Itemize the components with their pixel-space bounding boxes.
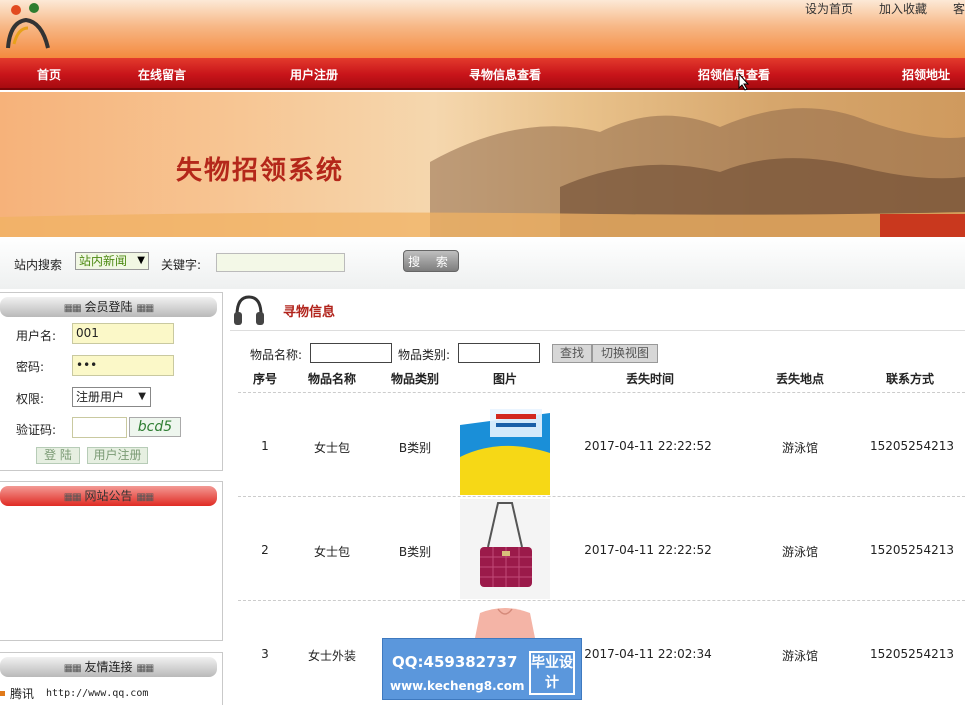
nav-lost-items[interactable]: 寻物信息查看 [469, 66, 541, 83]
item-category-input[interactable] [458, 343, 540, 363]
captcha-image[interactable]: bcd5 [129, 417, 181, 437]
grip-icon: ▦▦ [63, 303, 82, 314]
contact: 15205254213 [870, 543, 954, 557]
row-number: 2 [261, 543, 269, 557]
mountain-landscape-image [0, 108, 965, 237]
set-homepage-link[interactable]: 设为首页 [805, 0, 853, 16]
item-name-label: 物品名称: [250, 348, 303, 362]
username-input[interactable]: 001 [72, 323, 174, 344]
column-header: 序号 [252, 372, 277, 386]
banner: 失物招领系统 [0, 92, 965, 237]
item-name-input[interactable] [310, 343, 392, 363]
chevron-down-icon: ▼ [138, 391, 146, 402]
item-name: 女士包 [313, 545, 350, 559]
lost-place: 游泳馆 [781, 545, 818, 559]
lost-items-section: 寻物信息 物品名称: 物品类别: 查找 切换视图 序号 物品名称 物品类别 图片… [230, 289, 965, 705]
login-panel-title: ▦▦ 会员登陆 ▦▦ [0, 297, 217, 317]
grip-icon: ▦▦ [136, 663, 154, 674]
login-button[interactable]: 登 陆 [36, 447, 80, 464]
item-photo-book-cover[interactable] [460, 395, 550, 495]
find-button[interactable]: 查找 [552, 344, 592, 363]
keyword-label: 关键字: [161, 258, 202, 272]
friend-link-name[interactable]: 腾讯 [10, 685, 34, 702]
search-category-select[interactable]: 站内新闻 ▼ [75, 252, 149, 270]
mouse-cursor-icon [738, 73, 750, 91]
lost-time: 2017-04-11 22:22:52 [584, 543, 712, 557]
item-category-label: 物品类别: [398, 348, 451, 362]
watermark-overlay: QQ:459382737 www.kecheng8.com 毕业设计 [382, 638, 582, 700]
lost-place: 游泳馆 [781, 649, 818, 663]
lost-time: 2017-04-11 22:22:52 [584, 439, 712, 453]
nav-home[interactable]: 首页 [37, 66, 61, 83]
item-category: B类别 [398, 441, 432, 455]
search-category-value: 站内新闻 [79, 254, 128, 268]
item-name: 女士外装 [307, 649, 356, 663]
search-button[interactable]: 搜 索 [403, 250, 459, 272]
nav-found-items[interactable]: 招领信息查看 [698, 66, 770, 83]
notice-panel-title: ▦▦ 网站公告 ▦▦ [0, 486, 217, 506]
contact-link[interactable]: 客 [953, 0, 965, 16]
friend-links-title: ▦▦ 友情连接 ▦▦ [0, 657, 217, 677]
grip-icon: ▦▦ [136, 492, 154, 503]
contact: 15205254213 [870, 439, 954, 453]
site-search-bar: 站内搜索 站内新闻 ▼ 关键字: 搜 索 [0, 237, 965, 289]
bullet-icon [0, 691, 5, 696]
banner-title: 失物招领系统 [176, 156, 345, 186]
password-input[interactable]: ••• [72, 355, 174, 376]
switch-view-button[interactable]: 切换视图 [592, 344, 658, 363]
password-label: 密码: [16, 360, 45, 374]
table-row[interactable]: 2 女士包 B类别 2017-04-11 22:22:52 游泳馆 152052… [238, 496, 965, 600]
register-button[interactable]: 用户注册 [87, 447, 148, 464]
site-logo [6, 3, 50, 49]
role-select[interactable]: 注册用户 ▼ [72, 387, 151, 407]
friend-link-item[interactable]: 腾讯 http://www.qq.com [0, 685, 148, 702]
site-search-label: 站内搜索 [14, 258, 63, 272]
grip-icon: ▦▦ [63, 663, 82, 674]
grip-icon: ▦▦ [63, 492, 82, 503]
friend-link-url[interactable]: http://www.qq.com [46, 688, 148, 699]
username-label: 用户名: [16, 329, 57, 343]
keyword-input[interactable] [216, 253, 345, 272]
column-header: 丢失时间 [625, 372, 674, 386]
main-nav: 首页 在线留言 用户注册 寻物信息查看 招领信息查看 招领地址 [0, 58, 965, 90]
column-header: 物品名称 [307, 372, 356, 386]
table-row[interactable]: 3 女士外装 2017-04-11 22:02:34 游泳馆 152052542… [238, 600, 965, 704]
watermark-qq: QQ:459382737 [392, 653, 518, 671]
lost-place: 游泳馆 [781, 441, 818, 455]
add-favorite-link[interactable]: 加入收藏 [879, 0, 927, 16]
column-header: 丢失地点 [775, 372, 824, 386]
nav-claim-address[interactable]: 招领地址 [902, 66, 950, 83]
login-panel: ▦▦ 会员登陆 ▦▦ 用户名: 001 密码: ••• 权限: 注册用户 ▼ 验… [0, 292, 223, 471]
item-category: B类别 [398, 545, 432, 559]
headphones-icon [234, 295, 264, 325]
column-header: 联系方式 [885, 372, 934, 386]
role-label: 权限: [16, 392, 45, 406]
row-number: 1 [261, 439, 269, 453]
lost-time: 2017-04-11 22:02:34 [584, 647, 712, 661]
watermark-site: www.kecheng8.com [390, 679, 525, 693]
nav-register[interactable]: 用户注册 [290, 66, 338, 83]
item-photo-red-handbag[interactable] [460, 499, 550, 599]
grip-icon: ▦▦ [136, 303, 154, 314]
column-header: 物品类别 [390, 372, 439, 386]
captcha-input[interactable] [72, 417, 127, 438]
nav-message[interactable]: 在线留言 [138, 66, 186, 83]
column-header: 图片 [492, 372, 517, 386]
item-name: 女士包 [313, 441, 350, 455]
watermark-tag: 毕业设计 [529, 651, 575, 695]
friend-links-panel: ▦▦ 友情连接 ▦▦ 腾讯 http://www.qq.com [0, 652, 223, 705]
notice-panel: ▦▦ 网站公告 ▦▦ [0, 481, 223, 641]
contact: 15205254213 [870, 647, 954, 661]
captcha-label: 验证码: [16, 423, 57, 437]
header: 设为首页 加入收藏 客 [0, 0, 965, 58]
table-row[interactable]: 1 女士包 B类别 2017-04-11 22:22:52 游泳馆 152052… [238, 392, 965, 496]
section-header: 寻物信息 [230, 289, 965, 331]
chevron-down-icon: ▼ [137, 255, 145, 266]
row-number: 3 [261, 647, 269, 661]
section-title: 寻物信息 [283, 305, 336, 320]
